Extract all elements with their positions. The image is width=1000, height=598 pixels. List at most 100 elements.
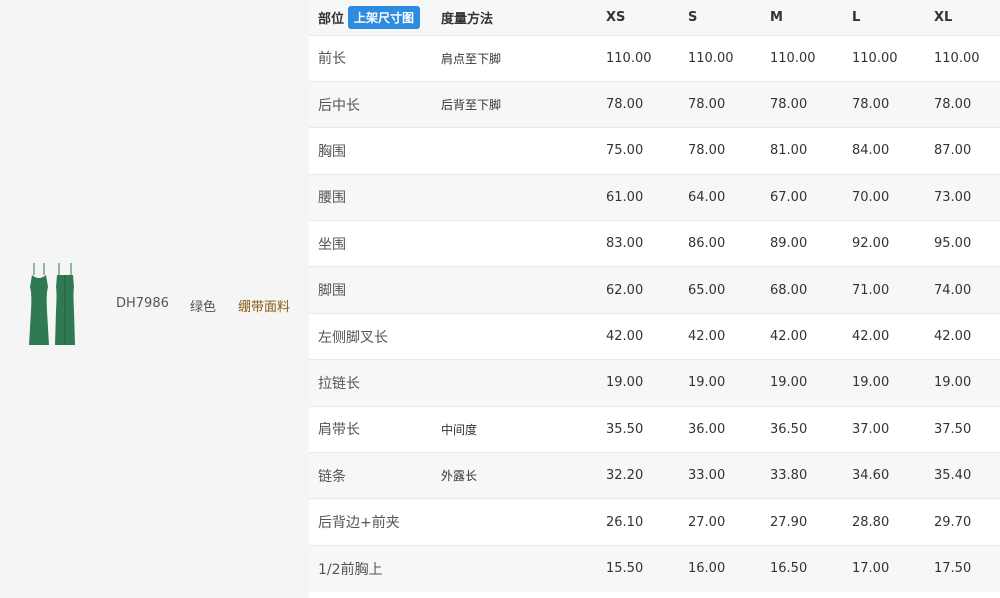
row-method bbox=[441, 221, 606, 267]
size-table-container: 部位 上架尺寸图 度量方法 XS S M L XL 前长 肩点至下脚 110.00 11… bbox=[309, 0, 1000, 598]
row-value: 86.00 bbox=[688, 236, 726, 252]
row-value: 34.60 bbox=[852, 468, 890, 484]
row-value: 17.00 bbox=[852, 561, 890, 577]
header-size-m: M bbox=[770, 9, 783, 25]
row-method: 后背至下脚 bbox=[441, 98, 502, 113]
row-value: 35.40 bbox=[934, 468, 972, 484]
product-panel: DH7986 绿色 绷带面料 bbox=[0, 0, 300, 598]
row-method bbox=[441, 545, 606, 591]
table-row: 坐围 83.00 86.00 89.00 92.00 95.00 bbox=[309, 220, 1000, 267]
row-method bbox=[441, 128, 606, 174]
row-method: 肩点至下脚 bbox=[441, 51, 502, 66]
row-value: 71.00 bbox=[852, 282, 890, 298]
row-value: 33.00 bbox=[688, 468, 726, 484]
row-value: 78.00 bbox=[688, 143, 726, 159]
header-size-xs: XS bbox=[606, 9, 626, 25]
row-value: 70.00 bbox=[852, 189, 890, 205]
row-value: 92.00 bbox=[852, 236, 890, 252]
header-part-label: 部位 bbox=[318, 11, 345, 27]
table-row: 前长 肩点至下脚 110.00 110.00 110.00 110.00 110.00 bbox=[309, 35, 1000, 82]
row-value: 78.00 bbox=[606, 97, 644, 113]
row-value: 62.00 bbox=[606, 282, 644, 298]
row-part: 脚围 bbox=[318, 283, 346, 300]
row-value: 19.00 bbox=[688, 375, 726, 391]
row-part: 后中长 bbox=[318, 97, 360, 114]
header-method: 度量方法 bbox=[441, 11, 494, 27]
row-part: 左侧脚叉长 bbox=[318, 329, 388, 346]
row-method: 中间度 bbox=[441, 422, 478, 437]
row-value: 64.00 bbox=[688, 189, 726, 205]
row-value: 42.00 bbox=[934, 329, 972, 345]
row-value: 37.00 bbox=[852, 421, 890, 437]
dress-thumbnail-icon[interactable] bbox=[24, 261, 80, 351]
product-row: DH7986 绿色 绷带面料 bbox=[0, 255, 300, 355]
row-part: 腰围 bbox=[318, 190, 346, 207]
row-part: 胸围 bbox=[318, 143, 346, 160]
product-sku: DH7986 bbox=[116, 296, 169, 311]
row-part: 1/2前胸上 bbox=[318, 561, 383, 578]
row-value: 75.00 bbox=[606, 143, 644, 159]
table-row: 链条 外露长 32.20 33.00 33.80 34.60 35.40 bbox=[309, 452, 1000, 499]
row-value: 110.00 bbox=[934, 50, 980, 66]
row-method bbox=[441, 267, 606, 313]
row-value: 81.00 bbox=[770, 143, 808, 159]
table-row: 左侧脚叉长 42.00 42.00 42.00 42.00 42.00 bbox=[309, 313, 1000, 360]
row-value: 95.00 bbox=[934, 236, 972, 252]
table-row: 肩带长 中间度 35.50 36.00 36.50 37.00 37.50 bbox=[309, 406, 1000, 453]
row-value: 37.50 bbox=[934, 421, 972, 437]
row-value: 83.00 bbox=[606, 236, 644, 252]
row-method bbox=[441, 313, 606, 359]
row-value: 73.00 bbox=[934, 189, 972, 205]
size-table-body: 前长 肩点至下脚 110.00 110.00 110.00 110.00 110.00 后中长… bbox=[309, 35, 1000, 592]
row-value: 36.50 bbox=[770, 421, 808, 437]
product-fabric: 绷带面料 bbox=[238, 300, 291, 315]
row-value: 78.00 bbox=[934, 97, 972, 113]
row-part: 坐围 bbox=[318, 236, 346, 253]
row-part: 后背边+前夹 bbox=[318, 515, 400, 532]
table-header-row: 部位 上架尺寸图 度量方法 XS S M L XL bbox=[309, 0, 1000, 35]
row-value: 110.00 bbox=[852, 50, 898, 66]
size-table: 部位 上架尺寸图 度量方法 XS S M L XL 前长 肩点至下脚 110.00 11… bbox=[309, 0, 1000, 592]
row-part: 拉链长 bbox=[318, 375, 360, 392]
table-row: 后中长 后背至下脚 78.00 78.00 78.00 78.00 78.00 bbox=[309, 81, 1000, 128]
row-value: 42.00 bbox=[606, 329, 644, 345]
row-part: 肩带长 bbox=[318, 422, 360, 439]
row-value: 42.00 bbox=[770, 329, 808, 345]
row-value: 36.00 bbox=[688, 421, 726, 437]
row-value: 16.00 bbox=[688, 561, 726, 577]
row-value: 29.70 bbox=[934, 514, 972, 530]
row-value: 28.80 bbox=[852, 514, 890, 530]
row-value: 27.00 bbox=[688, 514, 726, 530]
row-value: 17.50 bbox=[934, 561, 972, 577]
row-value: 19.00 bbox=[606, 375, 644, 391]
table-row: 1/2前胸上 15.50 16.00 16.50 17.00 17.50 bbox=[309, 545, 1000, 592]
row-value: 87.00 bbox=[934, 143, 972, 159]
table-row: 脚围 62.00 65.00 68.00 71.00 74.00 bbox=[309, 266, 1000, 314]
row-value: 68.00 bbox=[770, 282, 808, 298]
row-value: 89.00 bbox=[770, 236, 808, 252]
row-method bbox=[441, 499, 606, 545]
row-value: 19.00 bbox=[934, 375, 972, 391]
row-value: 110.00 bbox=[606, 50, 652, 66]
listing-size-chart-button[interactable]: 上架尺寸图 bbox=[348, 5, 421, 29]
table-row: 后背边+前夹 26.10 27.00 27.90 28.80 29.70 bbox=[309, 498, 1000, 546]
header-size-s: S bbox=[688, 9, 698, 25]
row-method: 外露长 bbox=[441, 469, 478, 484]
row-value: 67.00 bbox=[770, 189, 808, 205]
row-value: 26.10 bbox=[606, 514, 644, 530]
row-value: 33.80 bbox=[770, 468, 808, 484]
row-value: 42.00 bbox=[688, 329, 726, 345]
row-method bbox=[441, 174, 606, 220]
row-part: 链条 bbox=[318, 468, 346, 485]
row-method bbox=[441, 360, 606, 406]
row-value: 78.00 bbox=[770, 97, 808, 113]
header-size-xl: XL bbox=[934, 9, 953, 25]
row-value: 74.00 bbox=[934, 282, 972, 298]
row-value: 42.00 bbox=[852, 329, 890, 345]
row-value: 78.00 bbox=[852, 97, 890, 113]
row-part: 前长 bbox=[318, 51, 346, 68]
table-row: 腰围 61.00 64.00 67.00 70.00 73.00 bbox=[309, 174, 1000, 221]
header-part: 部位 上架尺寸图 bbox=[309, 0, 441, 35]
row-value: 19.00 bbox=[852, 375, 890, 391]
row-value: 16.50 bbox=[770, 561, 808, 577]
